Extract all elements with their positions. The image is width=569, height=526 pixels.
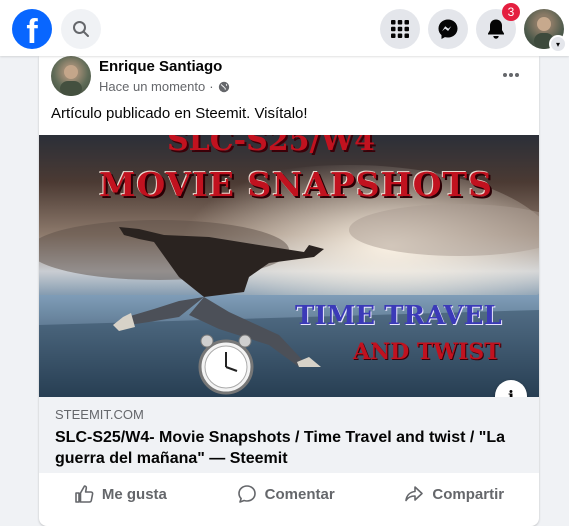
messenger-button[interactable] (428, 9, 468, 49)
menu-button[interactable] (380, 9, 420, 49)
post-text: Artículo publicado en Steemit. Visítalo! (51, 105, 308, 122)
like-button[interactable]: Me gusta (62, 478, 179, 510)
image-title-line-2: MOVIE SNAPSHOTS (99, 165, 493, 204)
share-button[interactable]: Compartir (392, 478, 516, 510)
search-button[interactable] (61, 9, 101, 49)
alarm-clock-image (198, 334, 254, 395)
notifications-button[interactable]: 3 (476, 3, 520, 49)
link-preview-details[interactable]: STEEMIT.COM SLC-S25/W4- Movie Snapshots … (39, 397, 539, 473)
search-icon (73, 21, 89, 37)
comment-icon (237, 485, 256, 503)
post-actions-bar: Me gusta Comentar Compartir (39, 473, 539, 515)
author-name[interactable]: Enrique Santiago (99, 58, 222, 75)
top-navigation-bar: f 3 ▾ (0, 0, 569, 56)
bell-icon (488, 19, 504, 39)
image-subtitle-line-1: TIME TRAVEL (295, 301, 502, 331)
info-icon: i (507, 386, 515, 398)
share-icon (405, 486, 424, 502)
link-title: SLC-S25/W4- Movie Snapshots / Time Trave… (55, 429, 506, 467)
like-label: Me gusta (101, 485, 167, 503)
messenger-icon (438, 19, 458, 39)
link-domain: STEEMIT.COM (55, 407, 144, 422)
comment-button[interactable]: Comentar (225, 478, 347, 510)
image-title-line-1: SLC-S25/W4 (167, 135, 376, 158)
link-preview-image[interactable]: SLC-S25/W4 MOVIE SNAPSHOTS TIME TRAVEL A… (39, 135, 539, 397)
facebook-logo[interactable]: f (12, 9, 52, 49)
more-horizontal-icon (503, 73, 519, 77)
globe-icon (218, 81, 229, 92)
meta-separator: · (209, 79, 214, 94)
menu-grid-icon (391, 20, 409, 38)
comment-label: Comentar (264, 485, 335, 503)
image-subtitle-line-2: AND TWIST (353, 339, 501, 365)
post-card: Enrique Santiago Hace un momento · Artíc… (39, 56, 539, 526)
facebook-logo-letter: f (26, 13, 38, 49)
author-avatar[interactable] (51, 56, 91, 96)
share-label: Compartir (432, 485, 505, 503)
post-meta: Hace un momento · (99, 79, 230, 94)
author-avatar-image (60, 65, 82, 96)
chevron-down-icon[interactable]: ▾ (549, 35, 567, 53)
post-timestamp[interactable]: Hace un momento (99, 79, 205, 94)
thumbs-up-icon (75, 485, 94, 503)
notification-count-badge: 3 (502, 3, 520, 21)
post-options-button[interactable] (493, 57, 529, 93)
